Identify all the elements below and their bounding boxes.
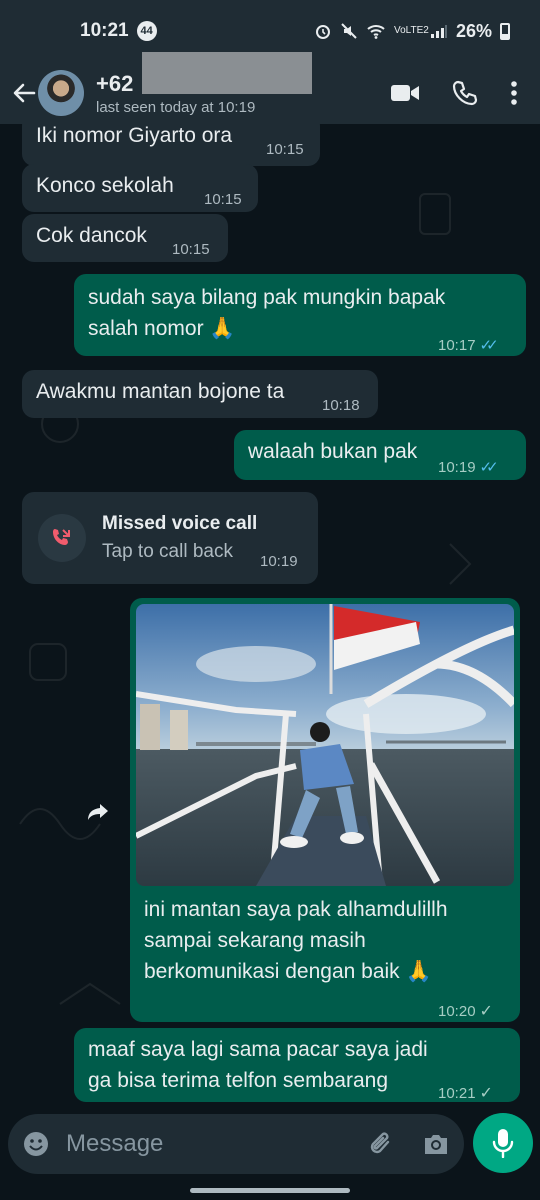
- wifi-icon: [367, 25, 385, 39]
- message-incoming[interactable]: Konco sekolah 10:15: [22, 164, 258, 212]
- network-label: VoLTE2: [393, 25, 429, 36]
- camera-button[interactable]: [422, 1132, 450, 1156]
- paperclip-icon: [370, 1132, 390, 1154]
- photo-image: [136, 604, 514, 886]
- message-text: Konco sekolah: [36, 174, 174, 197]
- message-time: 10:15: [172, 241, 210, 258]
- microphone-icon: [492, 1129, 514, 1158]
- message-text: Cok dancok: [36, 224, 147, 247]
- more-options-button[interactable]: [510, 80, 518, 106]
- contact-name: +62: [96, 70, 134, 96]
- more-vert-icon: [511, 81, 517, 105]
- message-time: 10:19: [438, 459, 476, 476]
- message-outgoing[interactable]: sudah saya bilang pak mungkin bapak sala…: [74, 274, 526, 356]
- message-time: 10:15: [266, 141, 304, 158]
- emoji-button[interactable]: [22, 1130, 50, 1158]
- missed-call-icon: [53, 529, 70, 545]
- sent-tick-icon: ✓: [479, 1085, 493, 1102]
- forward-icon: [88, 804, 108, 820]
- message-time: 10:19: [260, 553, 298, 570]
- message-input-bar: [8, 1114, 464, 1174]
- call-back-link[interactable]: Tap to call back: [102, 536, 233, 567]
- call-title: Missed voice call: [102, 513, 258, 534]
- camera-icon: [425, 1135, 447, 1154]
- last-seen-status: last seen today at 10:19: [96, 98, 256, 116]
- message-incoming[interactable]: Cok dancok 10:15: [22, 214, 228, 262]
- message-time-status: 10:19 ✓✓: [438, 452, 499, 483]
- status-icons: VoLTE2 26%: [314, 21, 510, 42]
- message-time-status: 10:20 ✓: [438, 996, 493, 1027]
- message-time: 10:17: [438, 337, 476, 354]
- attach-button[interactable]: [368, 1130, 394, 1158]
- message-text: Awakmu mantan bojone ta: [36, 380, 285, 403]
- message-time-status: 10:21 ✓: [438, 1078, 493, 1109]
- header-actions: [390, 80, 540, 106]
- battery-percent: 26%: [455, 20, 492, 41]
- message-incoming[interactable]: Awakmu mantan bojone ta 10:18: [22, 370, 378, 418]
- read-receipt-icon: ✓✓: [479, 459, 499, 476]
- video-call-icon: [391, 85, 419, 101]
- image-caption: ini mantan saya pak alhamdulillh sampai …: [144, 898, 448, 983]
- photo-attachment[interactable]: [136, 604, 514, 886]
- video-call-button[interactable]: [390, 82, 420, 104]
- avatar[interactable]: [38, 70, 84, 116]
- mute-icon: [341, 23, 357, 39]
- message-text: Iki nomor Giyarto ora: [36, 124, 233, 147]
- message-incoming[interactable]: Iki nomor Giyarto ora 10:15: [22, 124, 320, 166]
- message-outgoing[interactable]: walaah bukan pak 10:19 ✓✓: [234, 430, 526, 480]
- missed-call-message[interactable]: Missed voice call Tap to call back 10:19: [22, 492, 318, 584]
- phone-icon: [452, 80, 478, 106]
- voice-call-button[interactable]: [452, 80, 478, 106]
- notification-count-badge: 44: [136, 21, 157, 41]
- redacted-contact-number: [142, 52, 312, 94]
- chat-area[interactable]: Iki nomor Giyarto ora 10:15 Konco sekola…: [0, 124, 540, 1114]
- message-time: 10:21: [438, 1085, 476, 1102]
- emoji-icon: [24, 1132, 48, 1156]
- message-outgoing[interactable]: maaf saya lagi sama pacar saya jadi ga b…: [74, 1028, 520, 1102]
- message-time: 10:20: [438, 1003, 476, 1020]
- message-text: maaf saya lagi sama pacar saya jadi ga b…: [88, 1038, 428, 1092]
- message-input[interactable]: [66, 1130, 346, 1158]
- back-arrow-icon: [13, 83, 36, 103]
- message-time: 10:18: [322, 397, 360, 414]
- message-time: 10:15: [204, 191, 242, 208]
- status-time: 10:21: [80, 20, 129, 41]
- voice-record-button[interactable]: [473, 1113, 533, 1173]
- message-text: walaah bukan pak: [248, 440, 418, 463]
- image-message[interactable]: ini mantan saya pak alhamdulillh sampai …: [130, 598, 520, 1022]
- read-receipt-icon: ✓✓: [479, 337, 499, 354]
- home-indicator[interactable]: [190, 1188, 350, 1193]
- forward-button[interactable]: [78, 792, 118, 832]
- missed-call-icon-wrap: [38, 514, 86, 562]
- message-text: sudah saya bilang pak mungkin bapak sala…: [88, 286, 446, 340]
- signal-icon: [430, 25, 447, 38]
- alarm-icon: [315, 25, 330, 39]
- message-time-status: 10:17 ✓✓: [438, 330, 499, 361]
- battery-icon: [500, 22, 510, 40]
- sent-tick-icon: ✓: [479, 1003, 493, 1020]
